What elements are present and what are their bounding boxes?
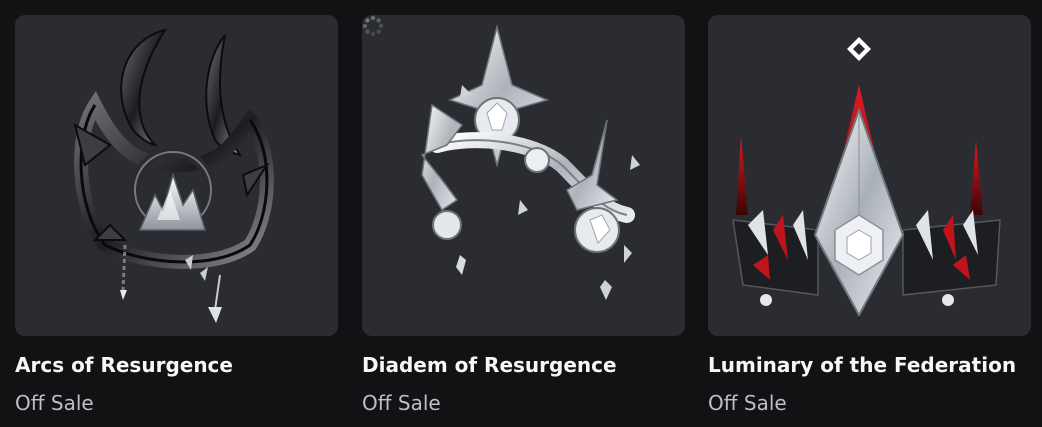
item-card-arcs-of-resurgence[interactable]: Arcs of Resurgence Off Sale bbox=[15, 15, 338, 416]
item-thumbnail[interactable] bbox=[708, 15, 1031, 336]
item-thumbnail[interactable] bbox=[15, 15, 338, 336]
item-status: Off Sale bbox=[15, 391, 94, 415]
catalog-item-grid: Arcs of Resurgence Off Sale Diadem of Re… bbox=[0, 0, 1042, 427]
silver-crystal-diadem-image bbox=[420, 24, 640, 300]
item-thumbnail[interactable] bbox=[362, 15, 685, 336]
item-name[interactable]: Arcs of Resurgence bbox=[15, 352, 338, 378]
item-name[interactable]: Luminary of the Federation bbox=[708, 352, 1031, 378]
item-card-diadem-of-resurgence[interactable]: Diadem of Resurgence Off Sale bbox=[362, 15, 685, 416]
item-status: Off Sale bbox=[708, 391, 787, 415]
silver-red-spiked-crown-image bbox=[732, 37, 1001, 320]
item-card-luminary-of-the-federation[interactable]: Luminary of the Federation Off Sale bbox=[708, 15, 1031, 416]
item-status: Off Sale bbox=[362, 391, 441, 415]
dark-horned-crown-image bbox=[73, 28, 274, 323]
item-name[interactable]: Diadem of Resurgence bbox=[362, 352, 685, 378]
